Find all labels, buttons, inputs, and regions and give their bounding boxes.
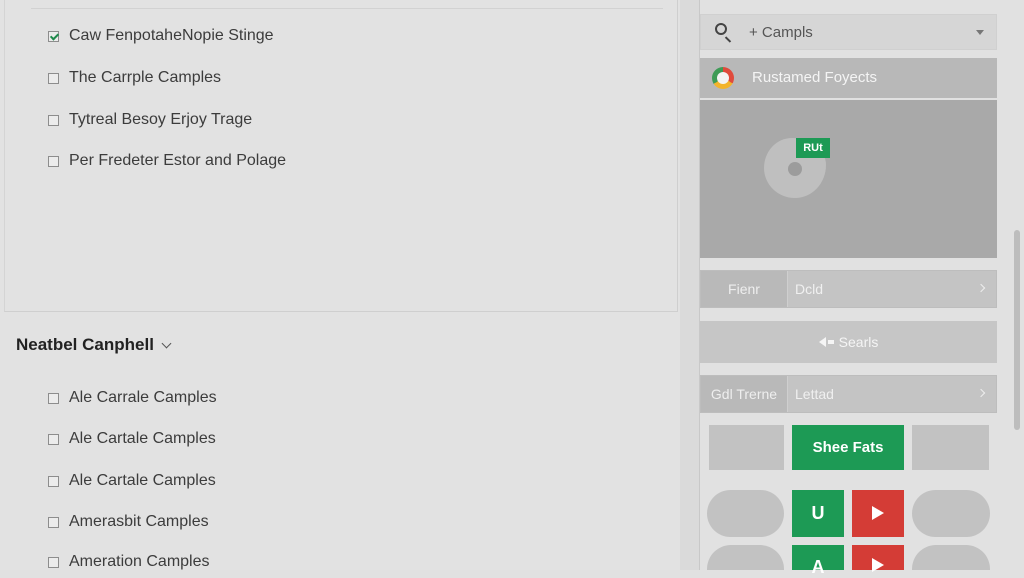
search-dropdown[interactable]: + Campls bbox=[700, 14, 997, 50]
project-title: Rustamed Foyects bbox=[752, 69, 878, 86]
featured-button[interactable]: Shee Fats bbox=[792, 425, 904, 470]
search-button-label: Searls bbox=[838, 334, 879, 350]
checkbox[interactable] bbox=[48, 392, 59, 404]
checkbox[interactable] bbox=[48, 516, 59, 528]
back-arrow-icon bbox=[818, 337, 826, 347]
checkbox-item[interactable]: Tytreal Besoy Erjoy Trage bbox=[48, 109, 252, 131]
play-button[interactable] bbox=[852, 545, 904, 572]
grid-tile[interactable] bbox=[912, 545, 990, 570]
section-header[interactable]: Neatbel Canphell bbox=[16, 335, 172, 355]
grid-tile[interactable] bbox=[707, 545, 784, 570]
checkbox-item[interactable]: Ale Carrale Camples bbox=[48, 387, 217, 409]
field-row[interactable]: Gdl Trerne Lettad bbox=[700, 375, 997, 413]
field-label: Gdl Trerne bbox=[701, 376, 788, 412]
chevron-right-icon bbox=[976, 283, 986, 293]
checkbox-label: Ale Cartale Camples bbox=[69, 430, 216, 447]
checkbox[interactable] bbox=[48, 114, 59, 126]
checkbox-checked[interactable] bbox=[48, 30, 59, 42]
scrollbar[interactable] bbox=[1014, 230, 1020, 430]
checkbox[interactable] bbox=[48, 155, 59, 167]
checkbox-label: Ale Carrale Camples bbox=[69, 389, 217, 406]
grid-tile[interactable] bbox=[707, 490, 784, 537]
section-title: Neatbel Canphell bbox=[16, 335, 154, 354]
checkbox-item[interactable]: Ale Cartale Camples bbox=[48, 470, 216, 492]
project-header[interactable]: Rustamed Foyects bbox=[700, 58, 997, 98]
caret-down-icon[interactable] bbox=[976, 30, 984, 35]
grid-tile[interactable] bbox=[912, 490, 990, 537]
right-sidebar: + Campls Rustamed Foyects RUt Fienr Dcld… bbox=[700, 0, 1004, 577]
chevron-down-icon bbox=[161, 338, 172, 348]
checkbox[interactable] bbox=[48, 475, 59, 487]
field-value: Dcld bbox=[795, 281, 824, 297]
checkbox-item[interactable]: Caw FenpotaheNopie Stinge bbox=[48, 25, 274, 47]
checkbox-item[interactable]: The Carrple Camples bbox=[48, 67, 221, 89]
checkbox[interactable] bbox=[48, 72, 59, 84]
left-panel: Caw FenpotaheNopie Stinge The Carrple Ca… bbox=[0, 0, 680, 570]
field-row[interactable]: Fienr Dcld bbox=[700, 270, 997, 308]
search-value: + Campls bbox=[749, 24, 813, 41]
u-button[interactable]: U bbox=[792, 490, 844, 537]
field-value: Lettad bbox=[795, 386, 834, 402]
checkbox-label: Caw FenpotaheNopie Stinge bbox=[69, 27, 274, 44]
panel-divider bbox=[680, 0, 700, 570]
preview-badge: RUt bbox=[796, 138, 830, 158]
play-button[interactable] bbox=[852, 490, 904, 537]
checkbox-label: Amerasbit Camples bbox=[69, 513, 209, 530]
play-icon bbox=[872, 506, 884, 520]
checkbox-label: Tytreal Besoy Erjoy Trage bbox=[69, 111, 253, 128]
grid-tile[interactable] bbox=[912, 425, 989, 470]
divider bbox=[31, 8, 663, 9]
checkbox-label: The Carrple Camples bbox=[69, 69, 222, 86]
checkbox-item[interactable]: Ale Cartale Camples bbox=[48, 428, 216, 450]
checkbox[interactable] bbox=[48, 556, 59, 568]
a-button[interactable]: A bbox=[792, 545, 844, 577]
checkbox-label: Ameration Camples bbox=[69, 553, 210, 570]
project-preview[interactable]: RUt bbox=[700, 100, 997, 258]
checkbox[interactable] bbox=[48, 433, 59, 445]
checkbox-item[interactable]: Amerasbit Camples bbox=[48, 511, 209, 533]
chrome-icon bbox=[712, 67, 734, 89]
grid-tile[interactable] bbox=[709, 425, 784, 470]
checkbox-label: Ale Cartale Camples bbox=[69, 472, 216, 489]
checkbox-label: Per Fredeter Estor and Polage bbox=[69, 152, 287, 169]
checkbox-item[interactable]: Per Fredeter Estor and Polage bbox=[48, 150, 286, 172]
search-icon bbox=[715, 23, 727, 35]
search-button[interactable]: Searls bbox=[700, 321, 997, 363]
field-label: Fienr bbox=[701, 271, 788, 307]
chevron-right-icon bbox=[976, 388, 986, 398]
preview-dot bbox=[788, 162, 802, 176]
